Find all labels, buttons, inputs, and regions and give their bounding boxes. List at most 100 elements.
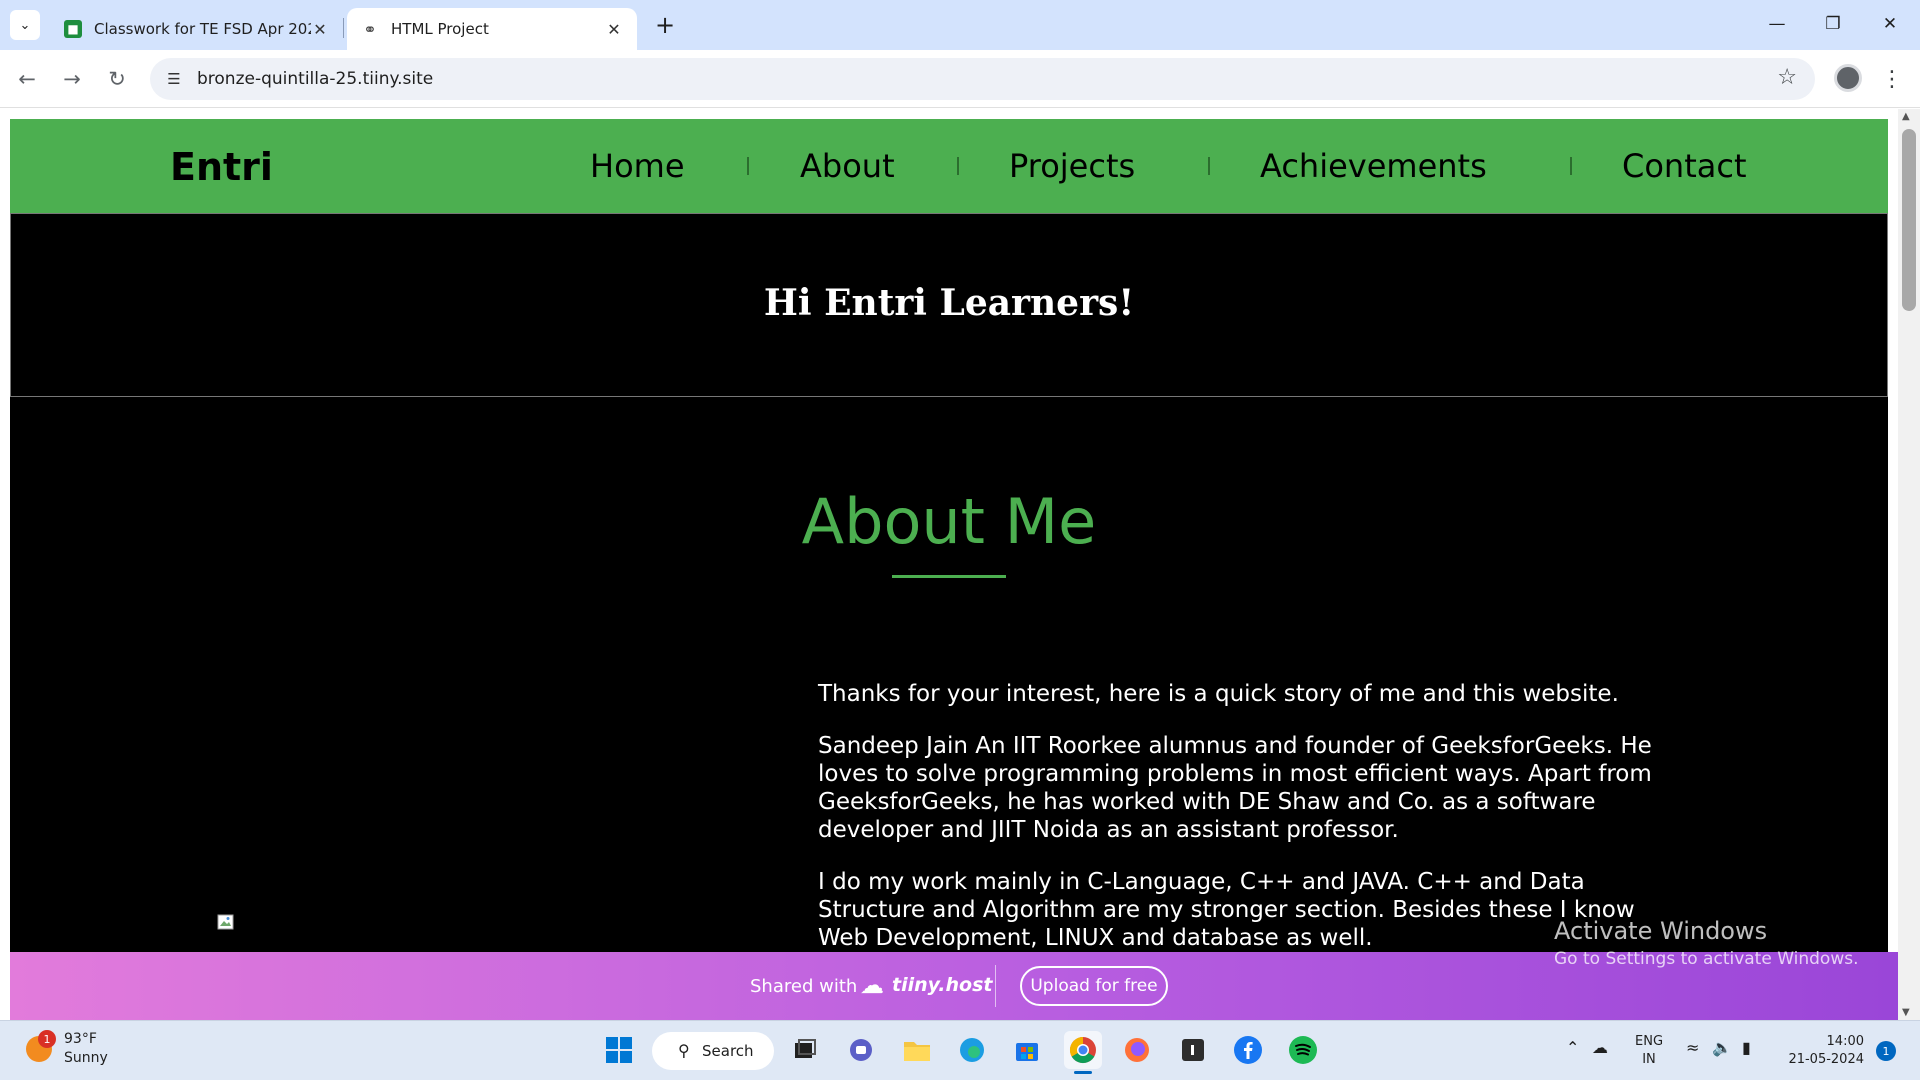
edge-button[interactable] xyxy=(953,1031,991,1069)
search-label: Search xyxy=(702,1042,754,1060)
windows-logo-icon xyxy=(606,1037,632,1063)
about-heading: About Me xyxy=(801,485,1097,558)
page-scrollbar[interactable]: ▲ ▼ xyxy=(1898,109,1920,1020)
scrollbar-thumb[interactable] xyxy=(1902,129,1916,311)
classroom-icon: ■ xyxy=(64,20,82,38)
watermark-title: Activate Windows xyxy=(1554,917,1768,945)
file-explorer-button[interactable] xyxy=(898,1031,936,1069)
teams-chat-button[interactable] xyxy=(842,1031,880,1069)
language-code: ENG xyxy=(1635,1034,1664,1049)
back-button[interactable]: ← xyxy=(10,62,44,96)
system-clock[interactable]: 14:00 21-05-2024 xyxy=(1784,1033,1864,1069)
activate-windows-watermark: Activate Windows Go to Settings to activ… xyxy=(1554,917,1859,969)
facebook-button[interactable] xyxy=(1229,1031,1267,1069)
site-brand[interactable]: Entri xyxy=(170,145,273,189)
scroll-up-arrow-icon[interactable]: ▲ xyxy=(1902,111,1910,122)
start-button[interactable] xyxy=(600,1031,638,1069)
nav-link-home[interactable]: Home xyxy=(590,147,685,185)
new-tab-button[interactable]: + xyxy=(650,10,680,40)
nav-link-contact[interactable]: Contact xyxy=(1622,147,1747,185)
lightning-cloud-icon: ☁ xyxy=(860,971,884,999)
region-code: IN xyxy=(1642,1052,1656,1067)
spotify-button[interactable] xyxy=(1284,1031,1322,1069)
forward-button[interactable]: → xyxy=(55,62,89,96)
browser-toolbar: ← → ↻ ☰ bronze-quintilla-25.tiiny.site ☆… xyxy=(0,50,1920,108)
nav-divider xyxy=(747,157,749,175)
onedrive-cloud-icon[interactable]: ☁ xyxy=(1592,1038,1608,1057)
chrome-button[interactable] xyxy=(1064,1031,1102,1069)
task-view-button[interactable] xyxy=(786,1031,824,1069)
taskbar-search[interactable]: ⚲ Search xyxy=(652,1032,774,1070)
close-icon[interactable]: ✕ xyxy=(605,20,623,39)
terminal-app-button[interactable] xyxy=(1174,1031,1212,1069)
close-icon[interactable]: ✕ xyxy=(311,20,329,39)
chrome-icon xyxy=(1069,1036,1096,1064)
about-paragraph: Thanks for your interest, here is a quic… xyxy=(818,681,1619,707)
browser-menu-button[interactable]: ⋮ xyxy=(1880,62,1904,96)
tab-title: HTML Project xyxy=(391,20,489,38)
reload-button[interactable]: ↻ xyxy=(100,62,134,96)
restore-button[interactable]: ❐ xyxy=(1813,6,1853,42)
close-window-button[interactable]: ✕ xyxy=(1870,6,1910,42)
hero-title: Hi Entri Learners! xyxy=(763,282,1135,324)
browser-tab-strip: ⌄ ■ Classwork for TE FSD Apr 2024 ✕ ⚭ HT… xyxy=(0,0,1920,50)
shared-with-label: Shared with xyxy=(750,976,858,997)
scroll-down-arrow-icon[interactable]: ▼ xyxy=(1902,1007,1910,1018)
minimize-button[interactable]: — xyxy=(1757,6,1797,42)
tab-search-button[interactable]: ⌄ xyxy=(10,10,40,40)
volume-icon[interactable]: 🔈 xyxy=(1712,1038,1732,1057)
battery-icon[interactable]: ▮ xyxy=(1742,1038,1751,1057)
language-indicator[interactable]: ENG IN xyxy=(1635,1033,1663,1069)
url-text[interactable]: bronze-quintilla-25.tiiny.site xyxy=(197,69,433,89)
weather-temperature: 93°F xyxy=(64,1031,97,1047)
firefox-button[interactable] xyxy=(1118,1031,1156,1069)
notification-badge[interactable]: 1 xyxy=(1876,1041,1896,1061)
show-hidden-icons-chevron-icon[interactable]: ⌃ xyxy=(1566,1038,1579,1057)
about-paragraph: Sandeep Jain An IIT Roorkee alumnus and … xyxy=(818,733,1652,843)
site-navbar: Entri Home About Projects Achievements C… xyxy=(10,119,1888,213)
page-viewport: Entri Home About Projects Achievements C… xyxy=(0,109,1920,1020)
chat-icon xyxy=(850,1039,872,1061)
arrow-left-icon: ← xyxy=(18,67,36,91)
nav-divider xyxy=(1208,157,1210,175)
active-app-indicator xyxy=(1074,1071,1092,1074)
profile-avatar[interactable] xyxy=(1834,64,1862,92)
wifi-icon[interactable]: ≈ xyxy=(1686,1038,1699,1057)
broken-image-icon xyxy=(217,914,234,930)
nav-link-achievements[interactable]: Achievements xyxy=(1260,147,1487,185)
nav-link-projects[interactable]: Projects xyxy=(1009,147,1135,185)
windows-taskbar: 1 93°F Sunny ⚲ Search ⌃ ☁ ENG IN ≈ 🔈 ▮ 1… xyxy=(0,1020,1920,1080)
nav-link-about[interactable]: About xyxy=(800,147,895,185)
address-bar[interactable]: ☰ bronze-quintilla-25.tiiny.site ☆ xyxy=(150,58,1815,100)
search-icon: ⚲ xyxy=(678,1041,690,1060)
arrow-right-icon: → xyxy=(63,67,81,91)
store-icon xyxy=(1016,1043,1038,1061)
spotify-icon xyxy=(1289,1036,1317,1064)
weather-widget[interactable]: 1 93°F Sunny xyxy=(26,1030,108,1068)
chevron-down-icon: ⌄ xyxy=(19,17,31,33)
store-button[interactable] xyxy=(1008,1031,1046,1069)
tab-html-project[interactable]: ⚭ HTML Project ✕ xyxy=(347,8,637,50)
sun-icon: 1 xyxy=(26,1030,56,1062)
firefox-icon xyxy=(1125,1038,1149,1062)
reload-icon: ↻ xyxy=(108,67,126,91)
plus-icon: + xyxy=(654,11,676,39)
bookmark-star-icon[interactable]: ☆ xyxy=(1777,65,1797,90)
site-info-icon[interactable]: ☰ xyxy=(162,67,186,91)
more-vertical-icon: ⋮ xyxy=(1881,66,1903,92)
tab-title: Classwork for TE FSD Apr 2024 xyxy=(94,20,311,38)
weather-description: Sunny xyxy=(64,1050,108,1066)
tiiny-logo[interactable]: ☁ tiiny.host xyxy=(860,971,992,999)
nav-divider xyxy=(1570,157,1572,175)
restore-icon: ❐ xyxy=(1825,14,1841,34)
tiiny-brand-text: tiiny.host xyxy=(892,974,993,996)
tab-divider xyxy=(343,18,344,38)
clock-date: 21-05-2024 xyxy=(1788,1052,1864,1067)
task-view-icon xyxy=(795,1039,816,1058)
watermark-subtitle: Go to Settings to activate Windows. xyxy=(1554,949,1859,969)
upload-for-free-button[interactable]: Upload for free xyxy=(1020,966,1168,1006)
facebook-icon xyxy=(1234,1036,1262,1064)
tab-classwork[interactable]: ■ Classwork for TE FSD Apr 2024 ✕ xyxy=(50,8,343,50)
clock-time: 14:00 xyxy=(1826,1034,1864,1049)
weather-badge: 1 xyxy=(38,1030,56,1048)
